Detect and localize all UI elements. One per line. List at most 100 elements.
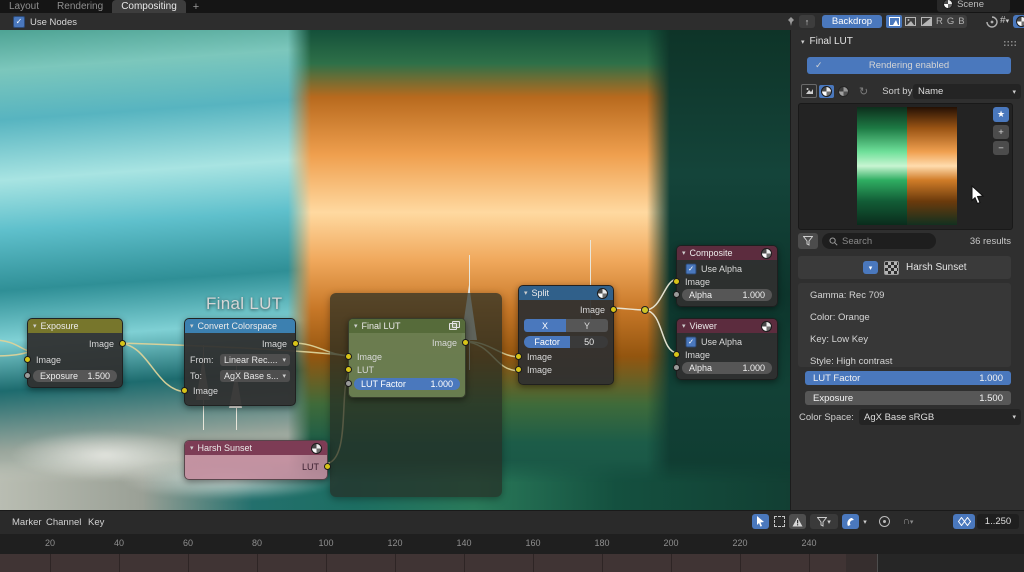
node-link[interactable]: [118, 343, 186, 392]
chevron-down-icon: ▾: [1012, 88, 1016, 96]
output-socket-lut[interactable]: [324, 463, 331, 470]
timeline-gridline: [533, 554, 534, 572]
chevron-down-icon: ▾: [282, 372, 286, 380]
lut-factor-slider[interactable]: LUT Factor 1.000: [805, 371, 1011, 385]
collapse-icon[interactable]: ▾: [354, 322, 358, 330]
output-socket-image[interactable]: [119, 340, 126, 347]
use-alpha-checkbox[interactable]: ✓: [686, 336, 697, 347]
input-socket-image[interactable]: [673, 351, 680, 358]
node-split[interactable]: ▾ Split Image X Y Factor 50 Image Image: [518, 285, 614, 385]
input-socket-image[interactable]: [24, 356, 31, 363]
output-socket-image[interactable]: [462, 339, 469, 346]
snap-options-chevron[interactable]: ▾: [860, 514, 870, 529]
collapse-icon[interactable]: ▾: [682, 249, 686, 257]
menu-key[interactable]: Key: [88, 517, 104, 528]
ruler-tick: 240: [801, 538, 816, 548]
slider-label: Exposure: [813, 393, 853, 404]
item-expand-button[interactable]: ▾: [863, 261, 878, 274]
only-errors-button[interactable]: [789, 514, 806, 529]
exposure-value-field[interactable]: Exposure 1.500: [33, 370, 117, 382]
input-socket-image-1[interactable]: [515, 353, 522, 360]
search-input[interactable]: Search: [822, 233, 936, 249]
menu-channel[interactable]: Channel: [46, 517, 81, 528]
output-socket-image[interactable]: [610, 306, 617, 313]
timeline-gridline: [395, 554, 396, 572]
to-colorspace-dropdown[interactable]: AgX Base s... ▾: [220, 370, 290, 382]
node-link[interactable]: [645, 310, 677, 353]
collapse-icon[interactable]: ▾: [190, 322, 194, 330]
menu-marker[interactable]: Marker: [12, 517, 42, 528]
sort-dropdown[interactable]: Name ▾: [913, 84, 1021, 99]
timeline-ruler[interactable]: 20406080100120140160180200220240: [0, 534, 1024, 554]
node-convert-colorspace[interactable]: ▾ Convert Colorspace Image From: Linear …: [184, 318, 296, 406]
lut-factor-slider[interactable]: LUT Factor 1.000: [354, 378, 460, 390]
colorspace-dropdown[interactable]: AgX Base sRGB ▾: [859, 409, 1021, 425]
use-alpha-checkbox[interactable]: ✓: [686, 263, 697, 274]
collapse-icon[interactable]: ▾: [682, 322, 686, 330]
collapse-icon[interactable]: ▾: [190, 444, 194, 452]
box-select-button[interactable]: [771, 514, 787, 529]
tweak-tool-button[interactable]: [752, 514, 769, 529]
split-factor-slider[interactable]: Factor 50: [524, 336, 608, 348]
node-group-icon: [449, 321, 460, 331]
panel-header-final-lut[interactable]: ▾ Final LUT: [801, 36, 853, 47]
panel-grip-icon[interactable]: [1003, 40, 1017, 47]
slider-value: 50: [570, 336, 608, 348]
rendering-enabled-button[interactable]: ✓ Rendering enabled: [807, 57, 1011, 74]
split-axis-x-button[interactable]: X: [524, 319, 566, 332]
collapse-icon[interactable]: ▾: [33, 322, 37, 330]
node-exposure[interactable]: ▾ Exposure Image Image Exposure 1.500: [27, 318, 123, 388]
alpha-value-field[interactable]: Alpha 1.000: [682, 362, 772, 374]
split-axis-y-button[interactable]: Y: [566, 319, 608, 332]
keying-set-button[interactable]: [876, 514, 892, 529]
node-harsh-sunset[interactable]: ▾ Harsh Sunset LUT: [184, 440, 328, 480]
reroute-node[interactable]: [642, 307, 649, 314]
sphere-icon: [761, 321, 772, 332]
node-link[interactable]: [0, 352, 29, 356]
timeline-gridline: [602, 554, 603, 572]
filter-funnel-button[interactable]: [798, 233, 818, 249]
favorite-star-button[interactable]: ★: [993, 107, 1009, 122]
info-style: Style: High contrast: [810, 356, 892, 367]
filter-image-icon[interactable]: [801, 84, 817, 98]
frame-range-field[interactable]: 1..250: [977, 514, 1019, 529]
lut-item-row[interactable]: ▾ Harsh Sunset: [798, 256, 1011, 279]
field-value: 1.500: [87, 371, 110, 381]
filter-world-icon[interactable]: [836, 85, 851, 98]
refresh-icon[interactable]: ↻: [859, 85, 868, 98]
socket-label: LUT: [302, 462, 319, 472]
from-colorspace-dropdown[interactable]: Linear Rec.... ▾: [220, 354, 290, 366]
input-socket-factor[interactable]: [345, 380, 352, 387]
input-socket-alpha[interactable]: [673, 364, 680, 371]
input-socket-image[interactable]: [673, 278, 680, 285]
input-socket-exposure[interactable]: [24, 372, 31, 379]
filter-material-icon[interactable]: [819, 85, 834, 98]
snap-toggle-button[interactable]: [842, 514, 859, 529]
region-divider: [877, 554, 878, 572]
alpha-value-field[interactable]: Alpha 1.000: [682, 289, 772, 301]
node-composite[interactable]: ▾ Composite ✓ Use Alpha Image Alpha 1.00…: [676, 245, 778, 307]
timeline-track[interactable]: [0, 554, 1024, 572]
node-final-lut-group[interactable]: ▾ Final LUT Image Image LUT LUT Factor 1…: [348, 318, 466, 398]
lut-item-label: Harsh Sunset: [906, 262, 967, 273]
interpolation-dropdown[interactable]: ∩ ▾: [894, 514, 922, 529]
collapse-icon[interactable]: ▾: [524, 289, 528, 297]
input-socket-alpha[interactable]: [673, 291, 680, 298]
input-socket-lut[interactable]: [345, 366, 352, 373]
input-socket-image-2[interactable]: [515, 366, 522, 373]
zoom-out-button[interactable]: −: [993, 141, 1009, 155]
filter-dropdown-button[interactable]: ▾: [810, 514, 838, 529]
preview-thumbnail[interactable]: [857, 107, 957, 225]
zoom-in-button[interactable]: +: [993, 125, 1009, 139]
output-socket-image[interactable]: [292, 340, 299, 347]
exposure-slider[interactable]: Exposure 1.500: [805, 391, 1011, 405]
node-link[interactable]: [0, 340, 29, 351]
input-socket-image[interactable]: [181, 387, 188, 394]
asset-preview-box[interactable]: ★ + −: [798, 103, 1013, 230]
frame-range-button[interactable]: [953, 514, 975, 529]
node-title: Exposure: [41, 321, 79, 331]
keyframes-icon: [958, 517, 971, 526]
search-icon: [829, 237, 838, 246]
input-socket-image[interactable]: [345, 353, 352, 360]
node-viewer[interactable]: ▾ Viewer ✓ Use Alpha Image Alpha 1.000: [676, 318, 778, 380]
